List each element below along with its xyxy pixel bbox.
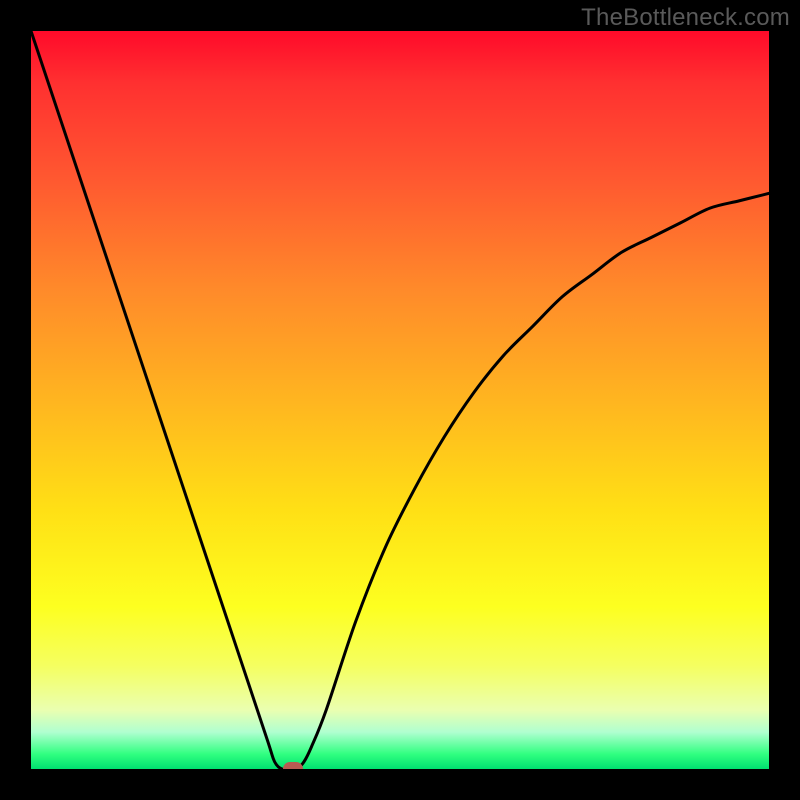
bottleneck-curve: [31, 31, 769, 769]
optimal-point-marker: [283, 762, 303, 769]
watermark-text: TheBottleneck.com: [581, 4, 790, 32]
plot-area: [31, 31, 769, 769]
chart-frame: TheBottleneck.com: [0, 0, 800, 800]
